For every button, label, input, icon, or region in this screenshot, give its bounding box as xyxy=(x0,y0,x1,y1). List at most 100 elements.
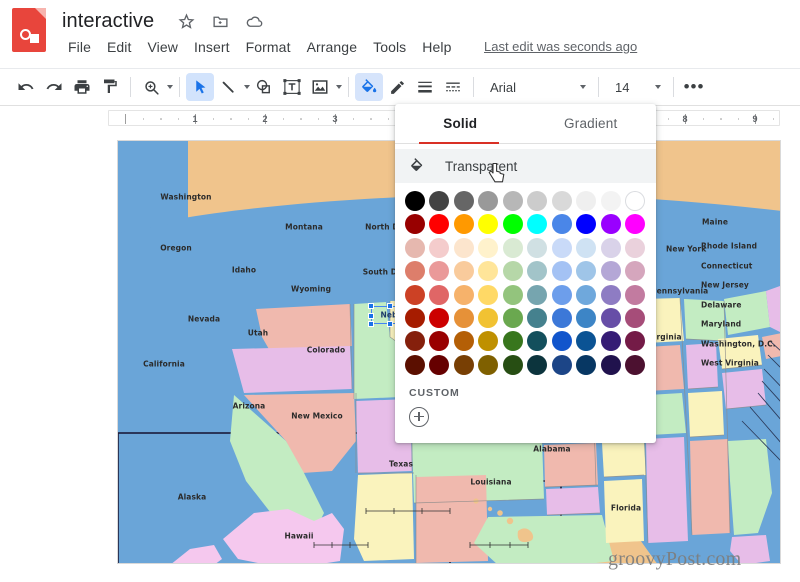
color-swatch-5-6[interactable] xyxy=(551,307,572,328)
color-swatch-0-8[interactable] xyxy=(600,191,621,211)
image-button[interactable] xyxy=(306,73,334,101)
color-swatch-3-9[interactable] xyxy=(624,261,645,282)
color-swatch-6-5[interactable] xyxy=(527,331,548,352)
color-swatch-2-7[interactable] xyxy=(576,237,597,258)
color-swatch-0-6[interactable] xyxy=(551,191,572,211)
color-swatch-2-0[interactable] xyxy=(405,237,425,258)
color-swatch-1-1[interactable] xyxy=(429,214,450,235)
color-swatch-6-0[interactable] xyxy=(405,331,425,352)
color-swatch-7-5[interactable] xyxy=(527,354,548,375)
color-swatch-5-4[interactable] xyxy=(502,307,523,328)
font-size-select[interactable]: 14 xyxy=(605,74,667,100)
fill-color-button[interactable] xyxy=(355,73,383,101)
color-swatch-3-6[interactable] xyxy=(551,261,572,282)
menu-format[interactable]: Format xyxy=(238,36,299,58)
color-swatch-4-2[interactable] xyxy=(453,284,474,305)
cloud-saved-icon[interactable] xyxy=(243,10,265,32)
color-swatch-4-1[interactable] xyxy=(429,284,450,305)
resize-handle-top-left[interactable] xyxy=(368,303,374,309)
zoom-button[interactable] xyxy=(137,73,165,101)
tab-solid[interactable]: Solid xyxy=(395,104,526,143)
color-swatch-7-6[interactable] xyxy=(551,354,572,375)
color-swatch-3-7[interactable] xyxy=(576,261,597,282)
color-swatch-6-7[interactable] xyxy=(576,331,597,352)
color-swatch-1-5[interactable] xyxy=(527,214,548,235)
color-swatch-1-9[interactable] xyxy=(624,214,645,235)
color-swatch-4-3[interactable] xyxy=(478,284,499,305)
menu-insert[interactable]: Insert xyxy=(186,36,238,58)
border-weight-button[interactable] xyxy=(411,73,439,101)
image-caret-icon[interactable] xyxy=(336,85,342,89)
color-swatch-7-3[interactable] xyxy=(478,354,499,375)
color-swatch-1-3[interactable] xyxy=(478,214,499,235)
color-swatch-4-0[interactable] xyxy=(405,284,425,305)
color-swatch-5-1[interactable] xyxy=(429,307,450,328)
menu-view[interactable]: View xyxy=(140,36,187,58)
select-tool-button[interactable] xyxy=(186,73,214,101)
menu-tools[interactable]: Tools xyxy=(365,36,414,58)
color-swatch-4-6[interactable] xyxy=(551,284,572,305)
redo-button[interactable] xyxy=(40,73,68,101)
color-swatch-5-0[interactable] xyxy=(405,307,425,328)
color-swatch-0-2[interactable] xyxy=(453,191,474,211)
star-icon[interactable] xyxy=(175,10,197,32)
color-swatch-7-8[interactable] xyxy=(600,354,621,375)
color-swatch-4-7[interactable] xyxy=(576,284,597,305)
print-button[interactable] xyxy=(68,73,96,101)
color-swatch-7-2[interactable] xyxy=(453,354,474,375)
font-size-caret-icon[interactable] xyxy=(655,85,661,89)
page-title[interactable]: interactive xyxy=(62,8,154,34)
paint-format-button[interactable] xyxy=(96,73,124,101)
last-edit-status[interactable]: Last edit was seconds ago xyxy=(484,39,637,54)
color-swatch-0-1[interactable] xyxy=(429,191,450,211)
color-swatch-6-3[interactable] xyxy=(478,331,499,352)
menu-help[interactable]: Help xyxy=(414,36,459,58)
shape-tool-button[interactable] xyxy=(250,73,278,101)
plus-circle-icon[interactable] xyxy=(409,406,429,427)
tab-gradient[interactable]: Gradient xyxy=(526,104,657,143)
color-swatch-6-2[interactable] xyxy=(453,331,474,352)
color-swatch-1-8[interactable] xyxy=(600,214,621,235)
color-swatch-3-3[interactable] xyxy=(478,261,499,282)
zoom-caret-icon[interactable] xyxy=(167,85,173,89)
color-swatch-1-2[interactable] xyxy=(453,214,474,235)
font-family-select[interactable]: Arial xyxy=(480,74,592,100)
resize-handle-middle-left[interactable] xyxy=(368,313,374,319)
color-swatch-4-5[interactable] xyxy=(527,284,548,305)
font-family-caret-icon[interactable] xyxy=(580,85,586,89)
color-swatch-3-8[interactable] xyxy=(600,261,621,282)
color-swatch-7-0[interactable] xyxy=(405,354,425,375)
color-swatch-5-7[interactable] xyxy=(576,307,597,328)
color-swatch-2-1[interactable] xyxy=(429,237,450,258)
color-swatch-0-4[interactable] xyxy=(502,191,523,211)
color-swatch-2-4[interactable] xyxy=(502,237,523,258)
color-swatch-4-9[interactable] xyxy=(624,284,645,305)
color-swatch-1-4[interactable] xyxy=(502,214,523,235)
color-swatch-3-4[interactable] xyxy=(502,261,523,282)
color-swatch-5-8[interactable] xyxy=(600,307,621,328)
color-swatch-4-4[interactable] xyxy=(502,284,523,305)
color-swatch-0-3[interactable] xyxy=(478,191,499,211)
color-swatch-0-7[interactable] xyxy=(576,191,597,211)
undo-button[interactable] xyxy=(12,73,40,101)
color-swatch-1-0[interactable] xyxy=(405,214,425,235)
border-dash-button[interactable] xyxy=(439,73,467,101)
color-swatch-5-9[interactable] xyxy=(624,307,645,328)
color-swatch-5-5[interactable] xyxy=(527,307,548,328)
color-swatch-6-9[interactable] xyxy=(624,331,645,352)
color-swatch-4-8[interactable] xyxy=(600,284,621,305)
color-swatch-2-2[interactable] xyxy=(453,237,474,258)
color-swatch-2-8[interactable] xyxy=(600,237,621,258)
menu-edit[interactable]: Edit xyxy=(99,36,140,58)
border-color-button[interactable] xyxy=(383,73,411,101)
color-swatch-7-1[interactable] xyxy=(429,354,450,375)
color-swatch-2-3[interactable] xyxy=(478,237,499,258)
fill-color-picker-popup[interactable]: Solid Gradient Transparent CUSTOM xyxy=(395,104,656,443)
color-swatch-3-2[interactable] xyxy=(453,261,474,282)
color-swatch-0-0[interactable] xyxy=(405,191,425,211)
move-to-folder-icon[interactable] xyxy=(209,10,231,32)
menu-arrange[interactable]: Arrange xyxy=(299,36,366,58)
menu-file[interactable]: File xyxy=(60,36,99,58)
color-swatch-grid[interactable] xyxy=(395,185,656,375)
color-swatch-3-1[interactable] xyxy=(429,261,450,282)
